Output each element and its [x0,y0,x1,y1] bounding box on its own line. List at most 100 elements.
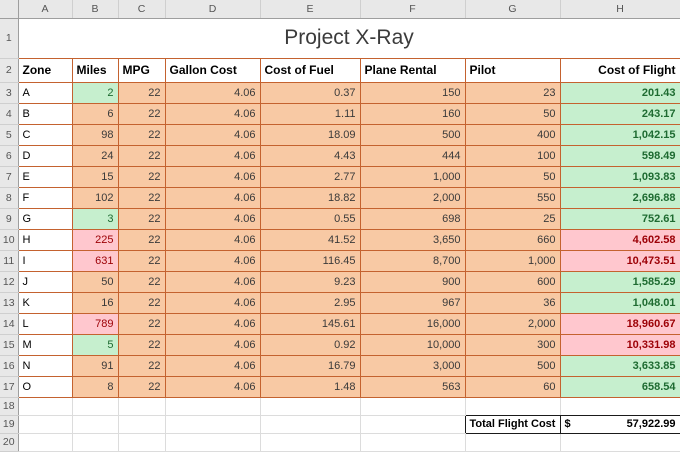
cell-C10[interactable]: 22 [117,228,166,251]
row-header-10[interactable]: 10 [0,229,19,251]
cell-E13[interactable]: 2.95 [259,291,361,314]
cell-D9[interactable]: 4.06 [164,207,261,230]
col-header-F[interactable]: F [360,0,466,19]
cell-F7[interactable]: 1,000 [359,165,466,188]
cell-F4[interactable]: 160 [359,102,466,125]
cell-B4[interactable]: 6 [71,102,119,125]
cell-C18[interactable] [118,397,166,416]
row-header-20[interactable]: 20 [0,433,19,452]
cell-B14[interactable]: 789 [71,312,119,335]
cell-F5[interactable]: 500 [359,123,466,146]
total-flight-cost-label[interactable]: Total Flight Cost [464,414,561,434]
cell-D20[interactable] [165,433,261,452]
cell-G18[interactable] [465,397,561,416]
row-header-12[interactable]: 12 [0,271,19,293]
cell-G7[interactable]: 50 [464,165,561,188]
cell-F15[interactable]: 10,000 [359,333,466,356]
cell-G16[interactable]: 500 [464,354,561,377]
row-header-17[interactable]: 17 [0,376,19,398]
cell-D10[interactable]: 4.06 [164,228,261,251]
cell-G2[interactable]: Pilot [464,57,561,83]
cell-A17[interactable]: O [17,375,73,398]
cell-B9[interactable]: 3 [71,207,119,230]
cell-H10[interactable]: 4,602.58 [559,228,680,251]
col-header-D[interactable]: D [165,0,261,19]
col-header-G[interactable]: G [465,0,561,19]
cell-B12[interactable]: 50 [71,270,119,293]
cell-B11[interactable]: 631 [71,249,119,272]
cell-G10[interactable]: 660 [464,228,561,251]
cell-B7[interactable]: 15 [71,165,119,188]
cell-F16[interactable]: 3,000 [359,354,466,377]
cell-G20[interactable] [465,433,561,452]
cell-A6[interactable]: D [17,144,73,167]
col-header-A[interactable]: A [18,0,73,19]
cell-H8[interactable]: 2,696.88 [559,186,680,209]
cell-A3[interactable]: A [17,81,73,104]
cell-D6[interactable]: 4.06 [164,144,261,167]
cell-F17[interactable]: 563 [359,375,466,398]
cell-G13[interactable]: 36 [464,291,561,314]
cell-H6[interactable]: 598.49 [559,144,680,167]
cell-H5[interactable]: 1,042.15 [559,123,680,146]
cell-A13[interactable]: K [17,291,73,314]
cell-B8[interactable]: 102 [71,186,119,209]
cell-C14[interactable]: 22 [117,312,166,335]
cell-E7[interactable]: 2.77 [259,165,361,188]
cell-H12[interactable]: 1,585.29 [559,270,680,293]
cell-F10[interactable]: 3,650 [359,228,466,251]
cell-C3[interactable]: 22 [117,81,166,104]
row-header-19[interactable]: 19 [0,415,19,434]
cell-F12[interactable]: 900 [359,270,466,293]
cell-G3[interactable]: 23 [464,81,561,104]
cell-F20[interactable] [360,433,466,452]
cell-C8[interactable]: 22 [117,186,166,209]
row-header-9[interactable]: 9 [0,208,19,230]
cell-F19[interactable] [360,415,466,434]
cell-C2[interactable]: MPG [117,57,166,83]
row-header-18[interactable]: 18 [0,397,19,416]
cell-H9[interactable]: 752.61 [559,207,680,230]
cell-A10[interactable]: H [17,228,73,251]
row-header-3[interactable]: 3 [0,82,19,104]
cell-A4[interactable]: B [17,102,73,125]
cell-F2[interactable]: Plane Rental [359,57,466,83]
cell-C6[interactable]: 22 [117,144,166,167]
cell-D4[interactable]: 4.06 [164,102,261,125]
cell-A15[interactable]: M [17,333,73,356]
cell-E15[interactable]: 0.92 [259,333,361,356]
cell-H15[interactable]: 10,331.98 [559,333,680,356]
cell-D7[interactable]: 4.06 [164,165,261,188]
cell-A14[interactable]: L [17,312,73,335]
cell-A8[interactable]: F [17,186,73,209]
cell-E14[interactable]: 145.61 [259,312,361,335]
row-header-2[interactable]: 2 [0,58,19,83]
cell-D12[interactable]: 4.06 [164,270,261,293]
cell-E4[interactable]: 1.11 [259,102,361,125]
sheet-title-cell[interactable]: Project X-Ray [18,18,680,58]
cell-G4[interactable]: 50 [464,102,561,125]
row-header-16[interactable]: 16 [0,355,19,377]
cell-C12[interactable]: 22 [117,270,166,293]
cell-E6[interactable]: 4.43 [259,144,361,167]
cell-G11[interactable]: 1,000 [464,249,561,272]
cell-F14[interactable]: 16,000 [359,312,466,335]
cell-A12[interactable]: J [17,270,73,293]
col-header-C[interactable]: C [118,0,166,19]
cell-G6[interactable]: 100 [464,144,561,167]
cell-B5[interactable]: 98 [71,123,119,146]
cell-A20[interactable] [18,433,73,452]
cell-C15[interactable]: 22 [117,333,166,356]
cell-D18[interactable] [165,397,261,416]
cell-A7[interactable]: E [17,165,73,188]
cell-C7[interactable]: 22 [117,165,166,188]
cell-F6[interactable]: 444 [359,144,466,167]
cell-B16[interactable]: 91 [71,354,119,377]
row-header-14[interactable]: 14 [0,313,19,335]
row-header-13[interactable]: 13 [0,292,19,314]
cell-G8[interactable]: 550 [464,186,561,209]
cell-E12[interactable]: 9.23 [259,270,361,293]
cell-E20[interactable] [260,433,361,452]
cell-E17[interactable]: 1.48 [259,375,361,398]
cell-D14[interactable]: 4.06 [164,312,261,335]
